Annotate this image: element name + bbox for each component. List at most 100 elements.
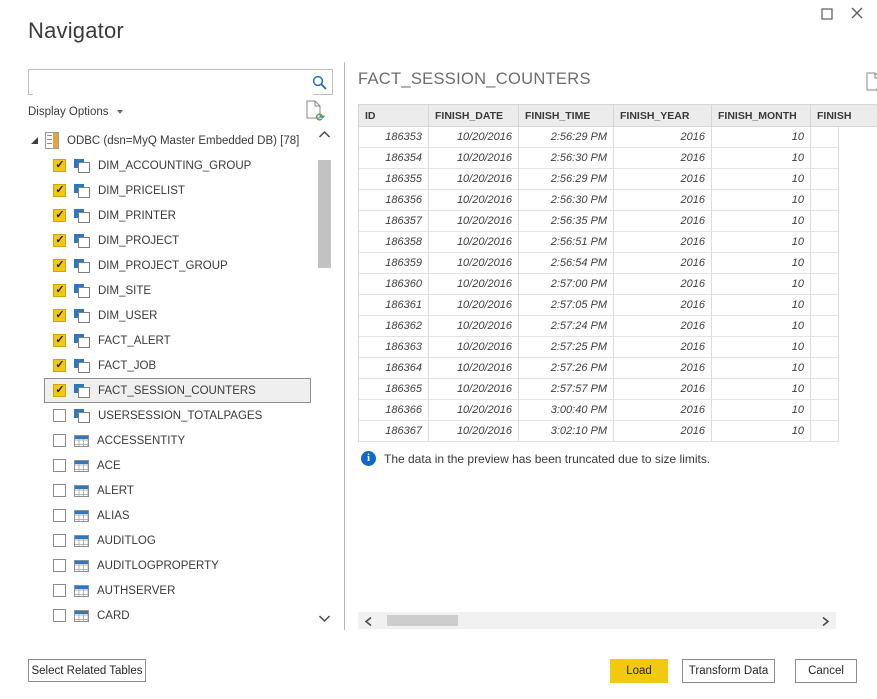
checkbox[interactable]: ✓ [53,384,66,397]
check-icon: ✓ [54,208,66,221]
cell: 2016 [614,421,712,441]
scrollbar-thumb[interactable] [318,160,331,268]
close-icon[interactable] [849,5,865,21]
tree-item-authserver[interactable]: AUTHSERVER [44,578,311,603]
expand-arrow-icon[interactable] [30,136,39,145]
checkbox[interactable]: ✓ [53,234,66,247]
load-button[interactable]: Load [610,659,668,683]
cell: 10 [712,316,811,336]
column-header-finish_time: FINISH_TIME [519,105,614,126]
tree-item-label: USERSESSION_TOTALPAGES [98,410,262,422]
tree-item-label: FACT_ALERT [98,335,171,347]
tree-item-auditlogproperty[interactable]: AUDITLOGPROPERTY [44,553,311,578]
cell: 2016 [614,316,712,336]
cell [811,379,839,399]
tree-item-label: DIM_SITE [98,285,151,297]
cell [811,295,839,315]
view-icon [74,359,90,373]
checkbox[interactable]: ✓ [53,209,66,222]
checkbox[interactable] [53,409,66,422]
checkbox[interactable]: ✓ [53,184,66,197]
check-icon: ✓ [54,158,66,171]
tree-item-alias[interactable]: ALIAS [44,503,311,528]
scroll-left-icon[interactable] [364,616,373,627]
cell: 10 [712,421,811,441]
tree-item-alert[interactable]: ALERT [44,478,311,503]
tree-item-fact_session_counters[interactable]: ✓FACT_SESSION_COUNTERS [44,378,311,403]
scroll-down-icon[interactable] [318,614,331,623]
cell: 186363 [359,337,429,357]
cell: 186360 [359,274,429,294]
tree-scrollbar[interactable] [316,130,333,623]
table-row: 18635310/20/20162:56:29 PM201610 [359,127,839,148]
display-options-dropdown[interactable]: Display Options [28,102,123,122]
cell: 10/20/2016 [429,127,519,147]
cell: 10 [712,211,811,231]
cell [811,400,839,420]
select-related-tables-button[interactable]: Select Related Tables [28,659,146,682]
cell [811,232,839,252]
checkbox[interactable]: ✓ [53,359,66,372]
cell [811,127,839,147]
tree-item-dim_user[interactable]: ✓DIM_USER [44,303,311,328]
cell: 2016 [614,127,712,147]
cell: 10/20/2016 [429,316,519,336]
tree-item-fact_job[interactable]: ✓FACT_JOB [44,353,311,378]
checkbox[interactable] [53,434,66,447]
checkbox[interactable]: ✓ [53,259,66,272]
scroll-right-icon[interactable] [821,616,830,627]
checkbox[interactable] [53,559,66,572]
tree-item-accessentity[interactable]: ACCESSENTITY [44,428,311,453]
search-icon[interactable] [311,74,328,96]
view-icon [74,309,90,323]
checkbox[interactable]: ✓ [53,159,66,172]
table-row: 18635510/20/20162:56:29 PM201610 [359,169,839,190]
checkbox[interactable]: ✓ [53,284,66,297]
tree-item-dim_site[interactable]: ✓ DIM_SITE [44,278,311,303]
tree-item-auditlog[interactable]: AUDITLOG [44,528,311,553]
tree-root-odbc[interactable]: ODBC (dsn=MyQ Master Embedded DB) [78] [30,128,299,153]
chevron-down-icon [117,110,123,114]
scroll-up-icon[interactable] [318,130,331,139]
view-icon [74,234,90,248]
cell [811,253,839,273]
display-options-label: Display Options [28,106,109,118]
refresh-arrows-icon: ⟳ [316,113,325,123]
cell: 2:56:54 PM [519,253,614,273]
tree-item-label: DIM_ACCOUNTING_GROUP [98,160,251,172]
maximize-icon[interactable] [819,6,835,22]
preview-horizontal-scrollbar[interactable] [358,612,836,629]
checkbox[interactable] [53,609,66,622]
transform-data-button[interactable]: Transform Data [682,659,775,683]
preview-refresh-icon[interactable]: ⟳ [866,72,877,93]
tree-item-ace[interactable]: ACE [44,453,311,478]
tree-item-label: AUTHSERVER [97,585,175,597]
table-row: 18635410/20/20162:56:30 PM201610 [359,148,839,169]
tree-item-card[interactable]: CARD [44,603,311,628]
cell: 2:56:29 PM [519,169,614,189]
scrollbar-thumb[interactable] [387,615,458,626]
tree-item-dim_project[interactable]: ✓DIM_PROJECT [44,228,311,253]
refresh-icon[interactable]: ⟳ [306,100,323,121]
tree-item-fact_alert[interactable]: ✓ FACT_ALERT [44,328,311,353]
tree-item-dim_accounting_group[interactable]: ✓ DIM_ACCOUNTING_GROUP [44,153,311,178]
tree-item-usersession_totalpages[interactable]: USERSESSION_TOTALPAGES [44,403,311,428]
tree-item-label: AUDITLOGPROPERTY [97,560,219,572]
panel-divider [344,62,345,630]
checkbox[interactable]: ✓ [53,309,66,322]
table-icon [74,485,89,497]
checkbox[interactable] [53,509,66,522]
tree-item-dim_printer[interactable]: ✓DIM_PRINTER [44,203,311,228]
checkbox[interactable] [53,584,66,597]
cell: 2016 [614,253,712,273]
checkbox[interactable] [53,484,66,497]
cell: 186367 [359,421,429,441]
cancel-button[interactable]: Cancel [795,659,857,683]
checkbox[interactable]: ✓ [53,334,66,347]
checkbox[interactable] [53,534,66,547]
tree-item-dim_project_group[interactable]: ✓DIM_PROJECT_GROUP [44,253,311,278]
search-input[interactable] [33,71,313,95]
checkbox[interactable] [53,459,66,472]
tree-item-label: DIM_PRICELIST [98,185,185,197]
tree-item-dim_pricelist[interactable]: ✓ DIM_PRICELIST [44,178,311,203]
